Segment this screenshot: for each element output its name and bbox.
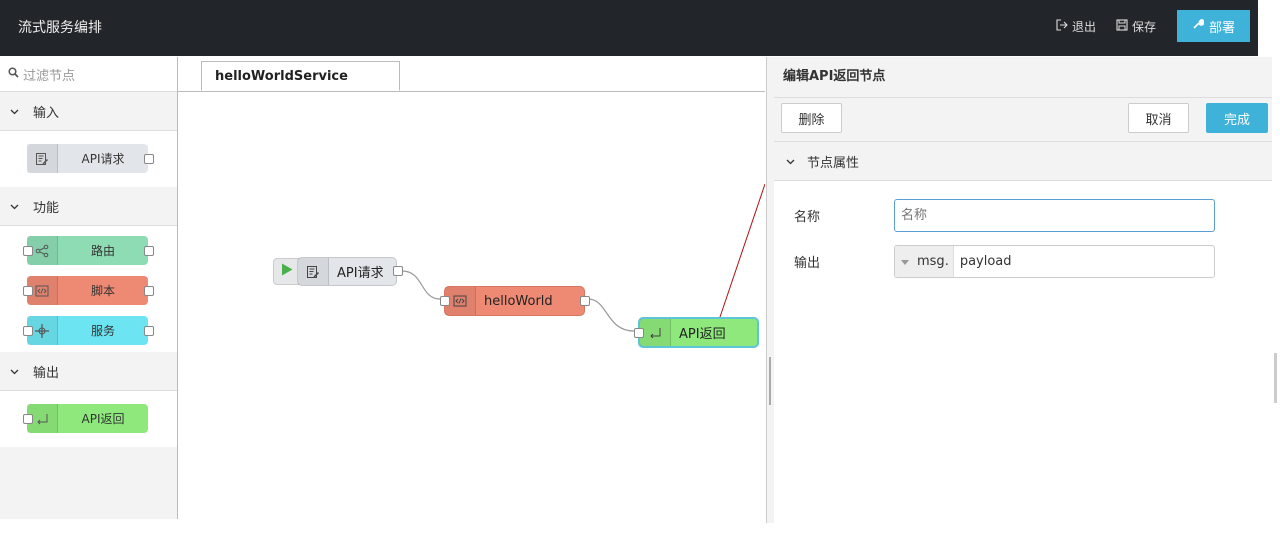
flow-workspace[interactable]: helloWorldService API请求 helloWorld API返回 (178, 57, 765, 519)
caret-down-icon (901, 254, 909, 269)
palette-node-api-request[interactable]: API请求 (27, 144, 154, 173)
logout-button[interactable]: 退出 (1056, 18, 1096, 35)
tray-title: 编辑API返回节点 (774, 57, 1272, 98)
flow-node-api-request[interactable]: API请求 (297, 257, 397, 286)
output-port[interactable] (393, 266, 403, 276)
play-icon (281, 263, 293, 280)
palette-node-label: API请求 (81, 152, 125, 166)
output-port[interactable] (144, 246, 154, 256)
flow-node-label: helloWorld (484, 293, 553, 309)
wire (587, 298, 635, 332)
deploy-label: 部署 (1208, 20, 1235, 36)
node-palette: 过滤节点 输入 API请求 功能 路由 脚本 服务 输出 API返回 (0, 57, 178, 519)
palette-node-label: 路由 (90, 244, 115, 258)
input-port[interactable] (440, 296, 450, 306)
save-icon (1116, 19, 1128, 34)
palette-node-service[interactable]: 服务 (23, 316, 154, 345)
wire (401, 270, 441, 300)
tray-toolbar: 删除 取消 完成 (774, 98, 1272, 142)
category-output-body: API返回 (0, 391, 177, 447)
save-button[interactable]: 保存 (1116, 18, 1156, 35)
palette-node-label: 脚本 (90, 284, 115, 298)
input-port[interactable] (23, 246, 33, 256)
node-properties-section[interactable]: 节点属性 (774, 142, 1272, 181)
category-input-body: API请求 (0, 131, 177, 187)
deploy-button[interactable]: 部署 (1177, 10, 1250, 42)
output-value: payload (959, 254, 1012, 269)
search-icon (8, 66, 19, 82)
palette-node-api-return[interactable]: API返回 (23, 404, 148, 433)
category-label: 输入 (33, 105, 60, 121)
input-port[interactable] (23, 286, 33, 296)
palette-filter-placeholder: 过滤节点 (23, 68, 76, 84)
palette-node-script[interactable]: 脚本 (23, 276, 154, 305)
divider-grip[interactable] (769, 357, 771, 405)
edit-tray: 编辑API返回节点 删除 取消 完成 节点属性 名称 输出 msg. paylo… (774, 57, 1272, 523)
return-icon (640, 319, 671, 346)
input-port[interactable] (23, 326, 33, 336)
output-typed-input[interactable]: msg. payload (894, 245, 1215, 278)
flow-node-api-return[interactable]: API返回 (638, 317, 759, 348)
output-port[interactable] (144, 286, 154, 296)
category-function[interactable]: 功能 (0, 187, 177, 226)
logout-icon (1056, 19, 1068, 34)
name-input[interactable] (894, 199, 1215, 232)
done-button[interactable]: 完成 (1206, 103, 1268, 133)
link-line (718, 183, 765, 321)
flow-node-label: API请求 (337, 266, 384, 281)
delete-button[interactable]: 删除 (781, 103, 842, 133)
chevron-down-icon (786, 154, 795, 169)
name-label: 名称 (794, 210, 821, 225)
palette-node-route[interactable]: 路由 (23, 236, 154, 265)
flow-node-label: API返回 (679, 327, 726, 342)
category-input[interactable]: 输入 (0, 92, 177, 131)
edit-icon (27, 144, 58, 173)
app-title: 流式服务编排 (18, 20, 102, 36)
flow-node-helloworld[interactable]: helloWorld (444, 286, 585, 316)
edit-icon (298, 258, 329, 285)
input-port[interactable] (23, 414, 33, 424)
output-type-select[interactable]: msg. (895, 246, 954, 277)
output-port[interactable] (144, 154, 154, 164)
category-output[interactable]: 输出 (0, 352, 177, 391)
palette-filter[interactable]: 过滤节点 (0, 57, 177, 92)
chevron-down-icon (10, 364, 19, 379)
category-label: 功能 (33, 200, 60, 216)
wrench-icon (1192, 18, 1205, 34)
output-label: 输出 (794, 256, 821, 271)
chevron-down-icon (10, 104, 19, 119)
category-label: 输出 (33, 365, 60, 381)
category-function-body: 路由 脚本 服务 (0, 226, 177, 352)
cancel-button[interactable]: 取消 (1128, 103, 1189, 133)
app-header: 流式服务编排 退出 保存 部署 (0, 0, 1258, 56)
palette-node-label: 服务 (90, 324, 115, 338)
save-label: 保存 (1132, 20, 1157, 34)
output-prefix: msg. (917, 254, 949, 269)
chevron-down-icon (10, 199, 19, 214)
input-port[interactable] (634, 328, 644, 338)
tray-scrollbar[interactable] (1274, 353, 1277, 403)
section-label: 节点属性 (807, 155, 860, 171)
output-port[interactable] (144, 326, 154, 336)
output-port[interactable] (580, 296, 590, 306)
palette-node-label: API返回 (81, 412, 125, 426)
logout-label: 退出 (1072, 20, 1097, 34)
